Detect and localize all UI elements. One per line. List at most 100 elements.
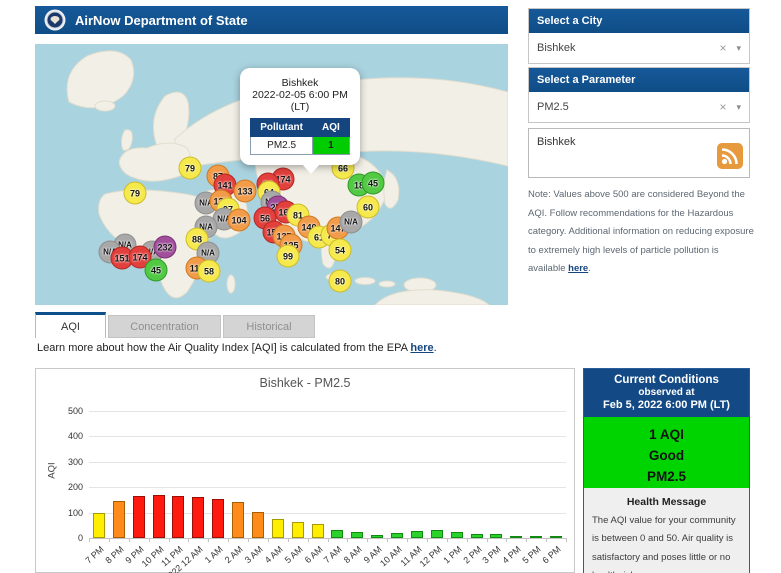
chart-x-tick bbox=[407, 538, 408, 542]
learn-more-here-link[interactable]: here bbox=[410, 342, 433, 354]
map-marker[interactable]: 58 bbox=[198, 260, 221, 283]
chart-bar[interactable] bbox=[113, 501, 125, 538]
city-select[interactable]: Bishkek × ▾ bbox=[529, 33, 749, 63]
feed-box-text: Bishkek bbox=[537, 136, 576, 148]
tab-historical[interactable]: Historical bbox=[223, 315, 315, 338]
tab-aqi[interactable]: AQI bbox=[35, 312, 106, 338]
popup-datetime: 2022-02-05 6:00 PM bbox=[245, 89, 355, 101]
chart-x-tick bbox=[89, 538, 90, 542]
chart-bar[interactable] bbox=[490, 534, 502, 538]
chart-bar[interactable] bbox=[93, 513, 105, 538]
chart-x-tick bbox=[566, 538, 567, 542]
popup-city: Bishkek bbox=[245, 77, 355, 89]
note-text: Note: Values above 500 are considered Be… bbox=[528, 186, 754, 279]
map-marker[interactable]: 45 bbox=[145, 259, 168, 282]
learn-more-period: . bbox=[434, 342, 437, 354]
chart-bar[interactable] bbox=[232, 502, 244, 538]
chart-bar[interactable] bbox=[312, 524, 324, 538]
map-marker[interactable]: 54 bbox=[329, 239, 352, 262]
note-here-link[interactable]: here bbox=[568, 263, 588, 274]
popup-timezone: (LT) bbox=[245, 101, 355, 113]
chart-gridline bbox=[89, 436, 566, 437]
chart-bar[interactable] bbox=[133, 496, 145, 538]
map-marker[interactable]: 45 bbox=[362, 172, 385, 195]
observed-at-label: observed at bbox=[588, 387, 745, 398]
map-marker[interactable]: 80 bbox=[329, 270, 352, 293]
chart-bar[interactable] bbox=[272, 519, 284, 538]
map-marker[interactable]: 232 bbox=[154, 236, 177, 259]
chart-container: Bishkek - PM2.5 AQI 01002003004005007 PM… bbox=[35, 368, 575, 573]
chart-x-tick bbox=[347, 538, 348, 542]
popup-aqi-value: 1 bbox=[313, 137, 350, 155]
app-header: AirNow Department of State bbox=[35, 6, 508, 34]
aqi-parameter: PM2.5 bbox=[584, 467, 749, 488]
chart-bar[interactable] bbox=[212, 499, 224, 538]
map-marker[interactable]: 79 bbox=[124, 182, 147, 205]
observed-at-value: Feb 5, 2022 6:00 PM (LT) bbox=[588, 399, 745, 411]
chart-bar[interactable] bbox=[530, 536, 542, 538]
app-title: AirNow Department of State bbox=[75, 13, 248, 28]
chart-bar[interactable] bbox=[550, 536, 562, 538]
aqi-status-box: 1 AQI Good PM2.5 bbox=[584, 417, 749, 488]
chart-x-tick bbox=[169, 538, 170, 542]
parameter-dropdown-caret-icon[interactable]: ▾ bbox=[736, 102, 741, 113]
chart-bar[interactable] bbox=[411, 531, 423, 538]
chart-x-tick bbox=[208, 538, 209, 542]
chart-y-tick-label: 400 bbox=[49, 431, 83, 441]
city-dropdown-caret-icon[interactable]: ▾ bbox=[736, 43, 741, 54]
chart-title: Bishkek - PM2.5 bbox=[36, 376, 574, 390]
chart-bar[interactable] bbox=[371, 535, 383, 538]
chart-bar[interactable] bbox=[451, 532, 463, 538]
aqi-category: Good bbox=[584, 446, 749, 467]
chart-bar[interactable] bbox=[192, 497, 204, 538]
airnow-page: AirNow Department of State bbox=[0, 0, 781, 573]
chart-bar[interactable] bbox=[292, 522, 304, 538]
chart-bar[interactable] bbox=[153, 495, 165, 538]
chart-bar[interactable] bbox=[431, 530, 443, 538]
popup-table: Pollutant AQI PM2.5 1 bbox=[250, 118, 350, 155]
current-conditions-panel: Current Conditions observed at Feb 5, 20… bbox=[583, 368, 750, 573]
chart-x-tick bbox=[467, 538, 468, 542]
learn-more-body: Learn more about how the Air Quality Ind… bbox=[37, 342, 410, 354]
parameter-clear-icon[interactable]: × bbox=[719, 100, 726, 114]
chart-x-tick bbox=[427, 538, 428, 542]
city-panel-title: Select a City bbox=[529, 9, 749, 33]
chart-bar[interactable] bbox=[510, 536, 522, 538]
learn-more-text: Learn more about how the Air Quality Ind… bbox=[37, 342, 437, 354]
map-marker[interactable]: 99 bbox=[277, 245, 300, 268]
city-clear-icon[interactable]: × bbox=[719, 41, 726, 55]
chart-y-tick-label: 200 bbox=[49, 482, 83, 492]
rss-feed-icon[interactable] bbox=[717, 143, 743, 172]
map-marker[interactable]: 60 bbox=[357, 196, 380, 219]
health-message-box: Health Message The AQI value for your co… bbox=[584, 488, 749, 573]
chart-x-tick bbox=[109, 538, 110, 542]
chart-x-tick bbox=[546, 538, 547, 542]
chart-y-tick-label: 100 bbox=[49, 508, 83, 518]
chart-x-tick bbox=[129, 538, 130, 542]
chart-y-tick-label: 500 bbox=[49, 406, 83, 416]
chart-x-tick bbox=[487, 538, 488, 542]
parameter-panel-title: Select a Parameter bbox=[529, 68, 749, 92]
map-marker[interactable]: 133 bbox=[234, 180, 257, 203]
chart-bar[interactable] bbox=[252, 512, 264, 538]
tab-concentration[interactable]: Concentration bbox=[108, 315, 221, 338]
tab-bar: AQI Concentration Historical bbox=[35, 312, 315, 338]
chart-x-tick bbox=[447, 538, 448, 542]
city-select-value: Bishkek bbox=[537, 42, 719, 54]
chart-bar[interactable] bbox=[331, 530, 343, 538]
chart-bar[interactable] bbox=[172, 496, 184, 538]
chart-x-tick bbox=[328, 538, 329, 542]
chart-bar[interactable] bbox=[471, 534, 483, 538]
chart-y-tick-label: 300 bbox=[49, 457, 83, 467]
health-message-text: The AQI value for your community is betw… bbox=[592, 512, 741, 573]
popup-pollutant-value: PM2.5 bbox=[251, 137, 313, 155]
note-text-body: Note: Values above 500 are considered Be… bbox=[528, 189, 754, 274]
parameter-select-value: PM2.5 bbox=[537, 101, 719, 113]
chart-bar[interactable] bbox=[351, 532, 363, 538]
parameter-select[interactable]: PM2.5 × ▾ bbox=[529, 92, 749, 122]
map-marker[interactable]: 79 bbox=[179, 157, 202, 180]
map-marker[interactable]: 104 bbox=[228, 209, 251, 232]
chart-x-tick bbox=[288, 538, 289, 542]
chart-bar[interactable] bbox=[391, 533, 403, 538]
aqi-world-map[interactable]: 797987141133N/A13097N/A104N/A88N/AN/AN/A… bbox=[35, 44, 508, 305]
